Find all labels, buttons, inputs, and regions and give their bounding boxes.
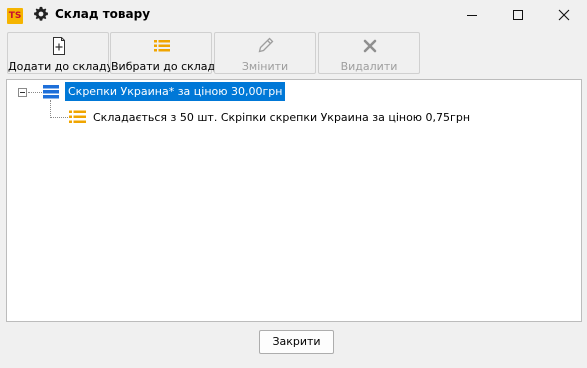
window-title: Склад товару	[55, 7, 151, 21]
gear-icon	[34, 6, 48, 21]
maximize-icon	[513, 10, 523, 20]
list-icon	[154, 40, 170, 52]
edit-button[interactable]: Змінити	[214, 32, 316, 74]
delete-button[interactable]: Видалити	[318, 32, 420, 74]
stock-tree-view[interactable]: Скрепки Украина* за ціною 30,00грн Склад…	[6, 79, 582, 322]
close-button[interactable]: Закрити	[259, 330, 334, 354]
list-icon	[69, 110, 86, 123]
select-to-stock-label: Вибрати до складу	[111, 60, 222, 73]
select-to-stock-button[interactable]: Вибрати до складу	[110, 32, 222, 74]
product-stack-icon	[43, 85, 59, 99]
collapse-toggle[interactable]	[18, 88, 27, 97]
tree-item-product[interactable]: Скрепки Украина* за ціною 30,00грн	[65, 82, 286, 101]
tree-item-component[interactable]: Складається з 50 шт. Скріпки скрепки Укр…	[93, 108, 470, 127]
pencil-icon	[258, 37, 274, 53]
tree-connector	[28, 92, 42, 93]
delete-x-icon	[363, 39, 377, 53]
edit-label: Змінити	[241, 60, 289, 73]
close-icon	[558, 9, 570, 21]
tree-connector	[50, 100, 51, 118]
close-window-button[interactable]	[541, 0, 587, 30]
title-bar: TS Склад товару	[0, 0, 587, 30]
delete-label: Видалити	[340, 60, 398, 73]
add-to-stock-button[interactable]: Додати до складу	[7, 32, 114, 74]
tree-connector	[50, 117, 68, 118]
maximize-button[interactable]	[495, 0, 541, 30]
app-logo: TS	[7, 8, 23, 24]
new-document-icon	[53, 37, 65, 55]
add-to-stock-label: Додати до складу	[8, 60, 114, 73]
minimize-button[interactable]	[449, 0, 495, 30]
minimize-icon	[467, 15, 477, 16]
